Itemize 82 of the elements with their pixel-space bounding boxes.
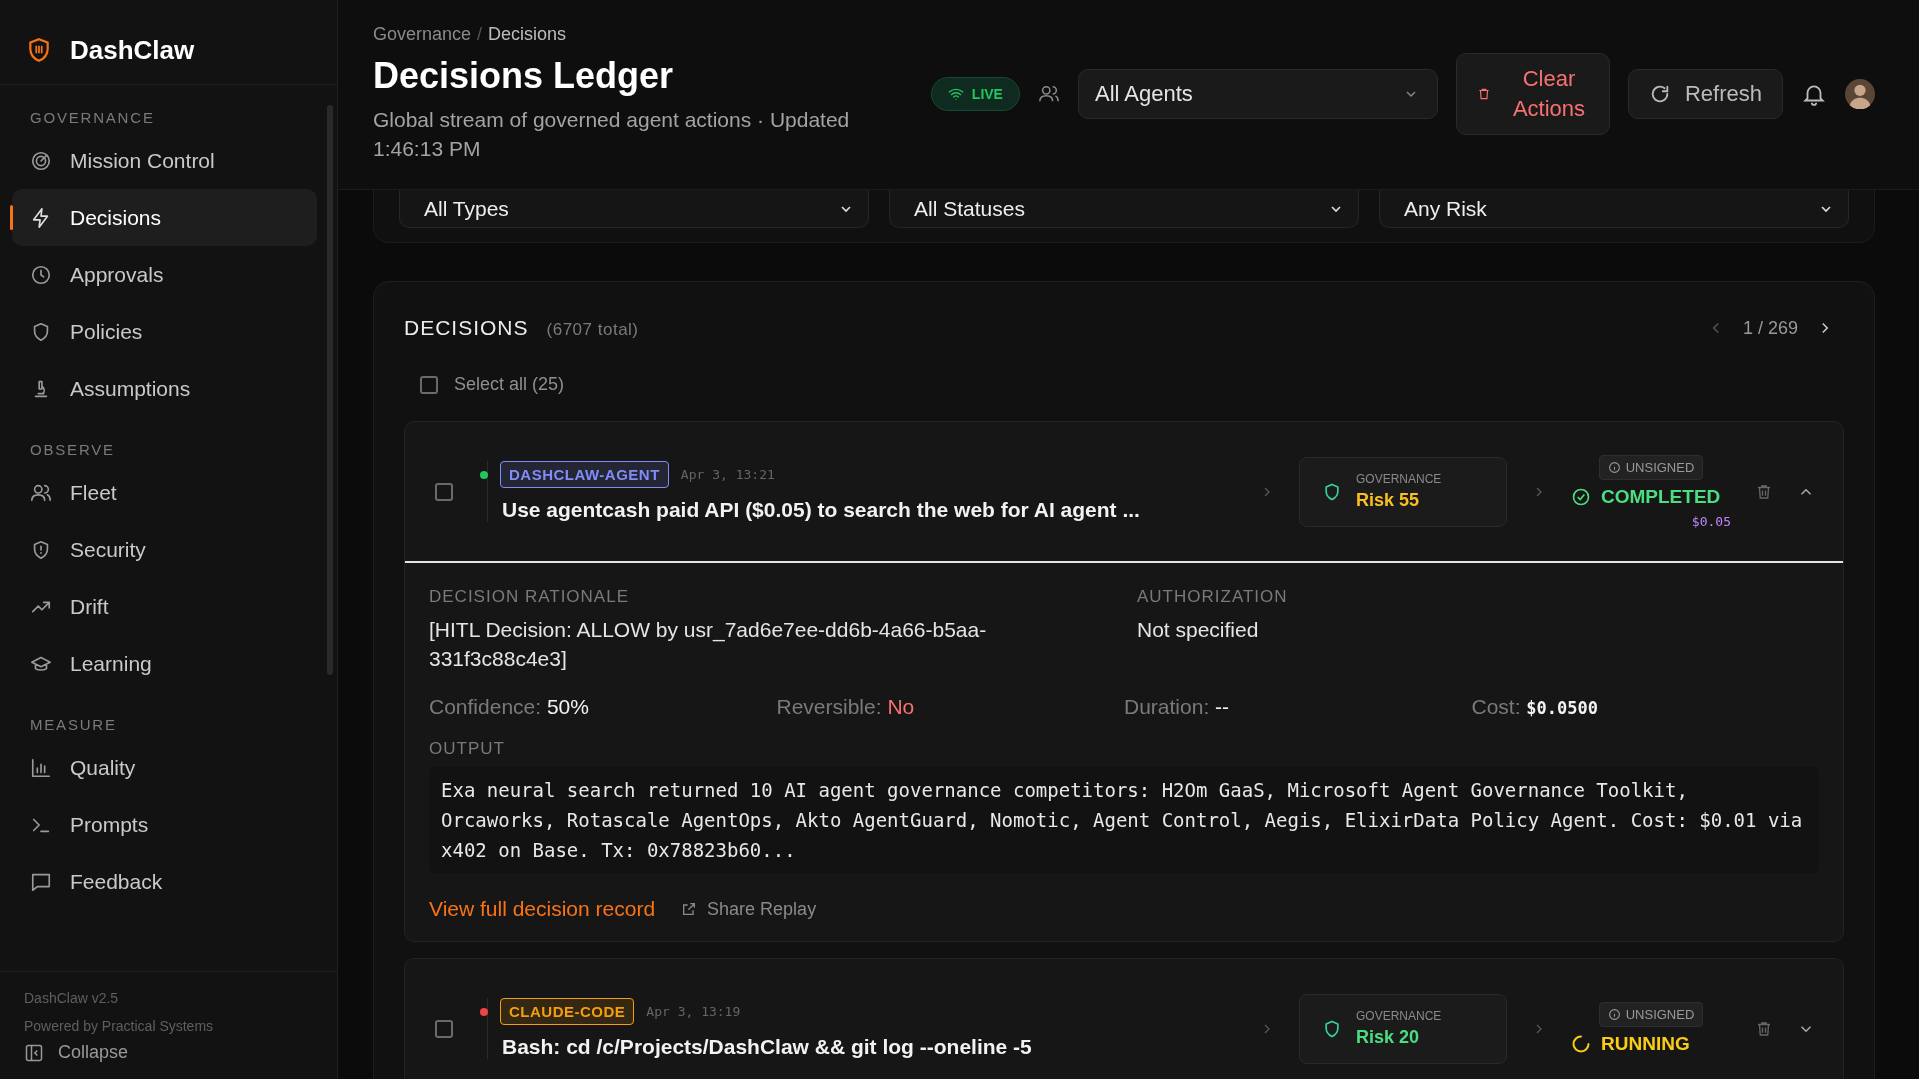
nav-item[interactable]: Fleet <box>12 464 317 521</box>
radar-icon <box>30 149 52 172</box>
risk-score: Risk 55 <box>1356 490 1421 511</box>
agent-tag: DASHCLAW-AGENT <box>500 461 669 488</box>
nav-section-label: OBSERVE <box>29 440 116 460</box>
live-badge: LIVE <box>930 77 1020 111</box>
row-checkbox[interactable] <box>435 482 453 501</box>
page-subtitle: Global stream of governed agent actions · Updated 1:46:13 PM <box>373 107 851 162</box>
nav-item[interactable]: Assumptions <box>12 360 317 417</box>
nav-item[interactable]: Prompts <box>12 796 317 853</box>
clear-actions-button[interactable]: Clear Actions <box>1455 53 1610 135</box>
nav-section-label: GOVERNANCE <box>29 108 156 128</box>
agent-tag: CLAUDE-CODE <box>500 998 635 1025</box>
powered-by-text: Powered by Practical Systems <box>24 1018 215 1034</box>
unsigned-badge: UNSIGNED <box>1598 1002 1704 1027</box>
nav-item[interactable]: Mission Control <box>12 132 317 189</box>
nav-item[interactable]: Drift <box>12 578 317 635</box>
info-icon <box>1607 1008 1621 1021</box>
info-icon <box>1607 460 1621 474</box>
field-label: AUTHORIZATION <box>1137 587 1289 607</box>
nav-item[interactable]: Decisions <box>12 189 317 246</box>
nav-item[interactable]: Learning <box>12 635 317 692</box>
unsigned-badge: UNSIGNED <box>1598 454 1704 480</box>
decision-row[interactable]: CLAUDE-CODE Apr 3, 13:19 Bash: cd /c/Projects/DashClaw && git log --oneline -5 GOVERNANCE Risk 20 UNSIGNED RUNNING <box>405 959 1843 1079</box>
field-label: DECISION RATIONALE <box>429 587 630 607</box>
section-title: DECISIONS <box>404 316 529 340</box>
nav-section-label: MEASURE <box>29 715 118 735</box>
external-link-icon <box>681 901 698 917</box>
total-count: (6707 total) <box>546 320 639 340</box>
field-label: OUTPUT <box>429 739 506 759</box>
wifi-icon <box>947 86 964 102</box>
filter-select[interactable]: All Types <box>399 190 869 228</box>
rationale-text: [HITL Decision: ALLOW by usr_7ad6e7ee-dd6b-4a66-b5aa-331f3c88c4e3] <box>429 617 988 672</box>
clock-icon <box>30 263 52 286</box>
metric-text: Reversible: No <box>776 695 916 719</box>
cost-value: $0.05 <box>1691 513 1731 529</box>
select-all-label: Select all (25) <box>454 374 565 395</box>
bar-chart-icon <box>30 756 52 779</box>
select-all-checkbox[interactable] <box>420 375 438 394</box>
filter-select[interactable]: All Statuses <box>889 190 1359 228</box>
shield-icon <box>1322 481 1342 502</box>
page-indicator: 1 / 269 <box>1742 317 1798 339</box>
decision-time: Apr 3, 13:21 <box>680 467 775 482</box>
metric-text: Cost: $0.0500 <box>1471 695 1599 719</box>
nav-item[interactable]: Approvals <box>12 246 317 303</box>
authorization-value: Not specified <box>1137 617 1260 643</box>
nav-item[interactable]: Feedback <box>12 853 317 910</box>
trash-icon <box>1476 87 1491 101</box>
share-replay-link[interactable]: Share Replay <box>681 898 817 920</box>
decision-title: Use agentcash paid API ($0.05) to search the web for AI agent ... <box>502 498 1141 522</box>
trash-icon[interactable] <box>1755 1019 1773 1038</box>
agent-select[interactable]: All Agents <box>1077 69 1438 119</box>
decision-title: Bash: cd /c/Projects/DashClaw && git log --oneline -5 <box>502 1035 1033 1059</box>
decision-time: Apr 3, 13:19 <box>646 1004 741 1019</box>
full-record-link[interactable]: View full decision record <box>429 897 656 921</box>
breadcrumb-current: Decisions <box>488 24 567 45</box>
metric-text: Duration: -- <box>1124 695 1231 719</box>
row-checkbox[interactable] <box>435 1019 453 1038</box>
filter-select[interactable]: Any Risk <box>1379 190 1849 228</box>
decision-row[interactable]: DASHCLAW-AGENT Apr 3, 13:21 Use agentcash paid API ($0.05) to search the web for AI agent ... GOVERNANCE Risk 55 UNSIGNED COMPLETED $0.05 <box>405 422 1843 563</box>
shield-icon <box>1322 1018 1342 1039</box>
nav-item[interactable]: Policies <box>12 303 317 360</box>
logo-icon <box>26 37 52 63</box>
breadcrumb-link[interactable]: Governance <box>373 24 472 45</box>
refresh-button[interactable]: Refresh <box>1627 69 1783 119</box>
output-block: Exa neural search returned 10 AI agent governance competitors: H2Om GaaS, Microsoft Agent Governance Toolkit, Orcaworks, Rotascale AgentOps, Akto AgentGuard, Nomotic, Agent Control, Aegis, ElixirData Policy Agent. Cost: $0.01 via x402 on Base. Tx: 0x78823b60... <box>429 767 1819 873</box>
governance-label: GOVERNANCE <box>1356 1009 1442 1023</box>
nav-item[interactable]: Security <box>12 521 317 578</box>
governance-label: GOVERNANCE <box>1356 472 1442 486</box>
metric-text: Confidence: 50% <box>429 695 590 719</box>
avatar-icon[interactable] <box>1845 79 1875 109</box>
page-title: Decisions Ledger <box>373 55 675 97</box>
collapse-button[interactable]: Collapse <box>24 1042 313 1063</box>
nav-item[interactable]: Quality <box>12 739 317 796</box>
version-text: DashClaw v2.5 <box>24 990 120 1006</box>
trash-icon[interactable] <box>1755 482 1773 501</box>
status-label: COMPLETED <box>1601 485 1721 508</box>
sidebar-collapse-icon <box>24 1042 44 1063</box>
brand-name: DashClaw <box>70 34 195 66</box>
status-label: RUNNING <box>1601 1033 1690 1055</box>
breadcrumb-separator: / <box>477 24 483 45</box>
risk-score: Risk 20 <box>1356 1027 1421 1048</box>
